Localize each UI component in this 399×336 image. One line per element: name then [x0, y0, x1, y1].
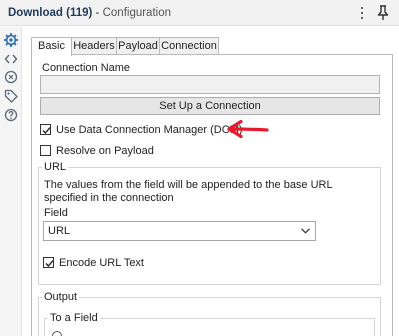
url-description: The values from the field will be append… — [44, 179, 333, 204]
to-a-field-legend: To a Field — [48, 312, 100, 324]
chevron-down-icon — [301, 228, 310, 234]
output-group-legend: Output — [42, 291, 80, 303]
tab-basic[interactable]: Basic — [31, 37, 72, 56]
use-dcm-checkbox[interactable] — [40, 124, 51, 135]
tag-icon[interactable] — [3, 88, 19, 104]
encode-url-label: Encode URL Text — [59, 257, 144, 269]
tab-connection[interactable]: Connection — [159, 37, 219, 55]
title-bar: Download (119) - Configuration — [0, 0, 399, 26]
setup-connection-button[interactable]: Set Up a Connection — [40, 97, 380, 115]
tab-headers[interactable]: Headers — [71, 37, 117, 55]
field-select[interactable]: URL — [43, 221, 316, 241]
title-separator: - — [92, 7, 103, 19]
tool-name: Download (119) — [8, 7, 93, 19]
field-select-value: URL — [48, 225, 71, 237]
field-label: Field — [44, 207, 68, 219]
url-group-legend: URL — [42, 161, 69, 173]
panel-title: Configuration — [102, 7, 171, 19]
output-radio-button[interactable] — [52, 331, 62, 336]
pin-icon[interactable] — [376, 5, 390, 21]
connection-name-label: Connection Name — [42, 62, 131, 74]
code-icon[interactable] — [3, 51, 19, 67]
tab-payload[interactable]: Payload — [116, 37, 160, 55]
window-title: Download (119) - Configuration — [8, 7, 171, 19]
kebab-menu-icon[interactable] — [356, 5, 368, 21]
resolve-on-payload-checkbox[interactable] — [40, 145, 51, 156]
gear-icon[interactable] — [3, 32, 19, 48]
connection-name-input[interactable] — [40, 75, 380, 94]
side-rail — [0, 27, 22, 336]
use-dcm-label: Use Data Connection Manager (DCM) — [56, 124, 243, 136]
help-icon[interactable] — [3, 107, 19, 123]
settings-circle-icon[interactable] — [3, 69, 19, 85]
encode-url-checkbox[interactable] — [43, 257, 54, 268]
resolve-on-payload-label: Resolve on Payload — [56, 145, 154, 157]
